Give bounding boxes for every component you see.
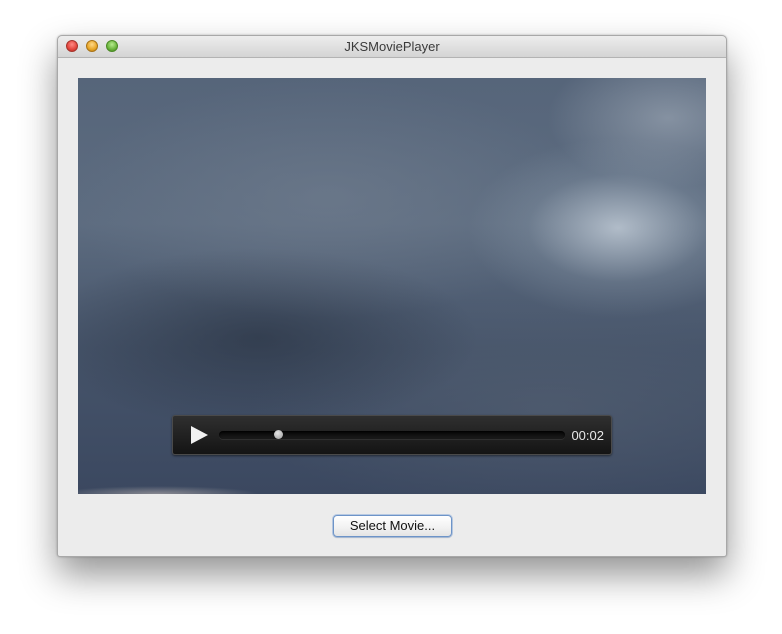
- window-title: JKSMoviePlayer: [344, 39, 440, 54]
- select-movie-button[interactable]: Select Movie...: [333, 515, 452, 537]
- playback-controls: 00:02: [172, 415, 612, 455]
- app-window: JKSMoviePlayer 00:02 Select Movie...: [57, 35, 727, 557]
- video-view[interactable]: 00:02: [78, 78, 706, 494]
- scrubber-knob[interactable]: [273, 430, 283, 439]
- progress-scrubber[interactable]: [219, 430, 565, 439]
- time-display: 00:02: [571, 428, 604, 443]
- play-icon[interactable]: [191, 426, 208, 444]
- title-bar[interactable]: JKSMoviePlayer: [58, 36, 726, 58]
- video-frame-detail: [78, 484, 278, 494]
